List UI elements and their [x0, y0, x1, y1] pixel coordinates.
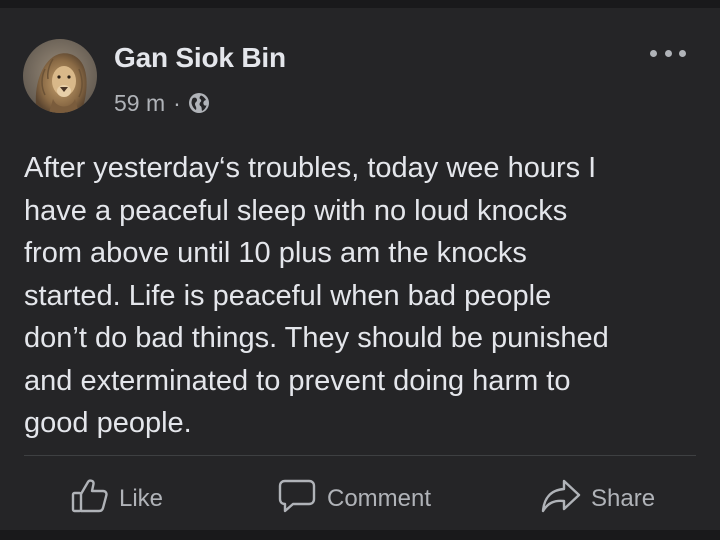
- post-text-line: have a peaceful sleep with no loud knock…: [24, 194, 568, 227]
- thumbs-up-icon: [71, 478, 109, 521]
- post-text-line: and exterminated to prevent doing harm t…: [24, 364, 571, 397]
- share-arrow-icon: [541, 478, 581, 521]
- share-label: Share: [591, 485, 656, 512]
- like-button[interactable]: Like: [71, 478, 164, 521]
- avatar[interactable]: [23, 39, 97, 113]
- like-label: Like: [119, 485, 164, 512]
- post-text-line: started. Life is peaceful when bad peopl…: [24, 279, 552, 312]
- comment-label: Comment: [327, 485, 432, 512]
- post-meta: 59 m ·: [114, 87, 210, 119]
- post-text-line: After yesterday‘s troubles, today wee ho…: [24, 152, 597, 184]
- top-background-strip: [0, 0, 720, 8]
- meta-separator: ·: [173, 89, 181, 116]
- author-name[interactable]: Gan Siok Bin: [114, 42, 286, 74]
- lion-avatar-image: [23, 39, 97, 113]
- globe-icon: [188, 92, 210, 114]
- post-card: Gan Siok Bin 59 m · After yesterday‘s tr…: [0, 8, 720, 530]
- more-dot: [679, 49, 686, 57]
- action-divider: [24, 455, 696, 456]
- more-dot: [650, 49, 657, 57]
- more-dot: [664, 49, 672, 57]
- post-timestamp[interactable]: 59 m: [114, 90, 165, 117]
- post-text-line: from above until 10 plus am the knocks: [24, 237, 527, 269]
- comment-button[interactable]: Comment: [277, 479, 431, 519]
- more-horizontal-icon[interactable]: [650, 44, 686, 62]
- bottom-background-strip: [0, 530, 720, 540]
- post-text-line: don’t do bad things. They should be puni…: [24, 322, 609, 354]
- post-text: After yesterday‘s troubles, today wee ho…: [24, 147, 704, 445]
- comment-bubble-icon: [277, 478, 317, 521]
- post-text-line: good people.: [24, 407, 192, 439]
- share-button[interactable]: Share: [541, 479, 655, 519]
